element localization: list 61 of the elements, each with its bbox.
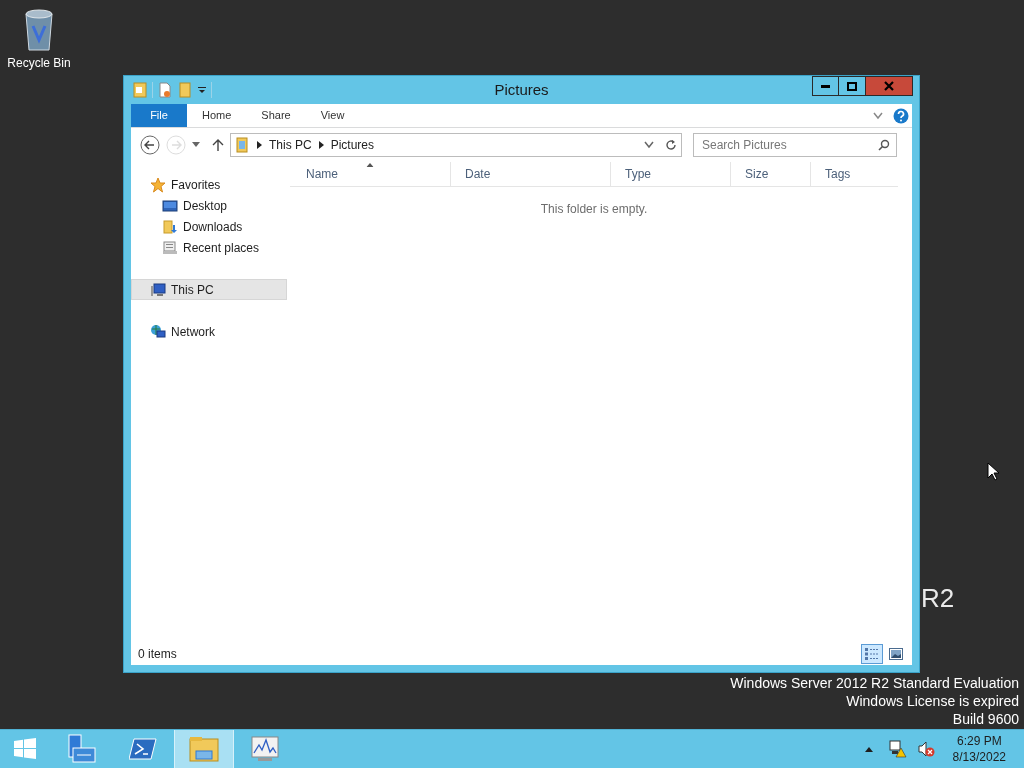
star-icon xyxy=(150,176,166,193)
refresh-icon[interactable] xyxy=(665,139,677,151)
breadcrumb-arrow-icon[interactable] xyxy=(257,141,262,149)
column-header[interactable]: Name xyxy=(290,162,450,186)
chevron-down-icon[interactable] xyxy=(873,111,883,120)
folder-icon xyxy=(188,735,220,763)
address-bar[interactable]: This PC Pictures xyxy=(230,133,682,157)
dropdown-arrow-icon[interactable] xyxy=(197,85,207,95)
sidebar-item[interactable]: Favorites xyxy=(131,174,287,195)
column-header[interactable]: Type xyxy=(610,162,730,186)
help-icon[interactable] xyxy=(893,107,909,124)
ribbon-tab[interactable]: File xyxy=(131,104,187,127)
close-button[interactable] xyxy=(866,76,913,96)
search-field[interactable]: Search Pictures xyxy=(693,133,897,157)
column-header[interactable]: Size xyxy=(730,162,810,186)
sidebar-item[interactable]: Desktop xyxy=(131,195,287,216)
terminal-icon xyxy=(129,737,157,761)
server-icon xyxy=(65,734,97,764)
column-header[interactable]: Date xyxy=(450,162,610,186)
sidebar-item[interactable]: Downloads xyxy=(131,216,287,237)
watermark-text: Build 9600 xyxy=(952,710,1019,728)
window-title: Pictures xyxy=(494,79,549,100)
sidebar-item[interactable]: Recent places xyxy=(131,237,287,258)
breadcrumb-arrow-icon[interactable] xyxy=(318,141,324,149)
dropdown-arrow-icon[interactable] xyxy=(192,142,200,148)
folder-icon xyxy=(234,137,250,153)
new-document-icon[interactable] xyxy=(157,82,173,98)
folder-properties-icon[interactable] xyxy=(132,82,148,98)
watermark-text: Windows Server 2012 R2 Standard Evaluation xyxy=(730,674,1019,692)
status-text: 0 items xyxy=(138,646,177,663)
show-hidden-icons-icon[interactable] xyxy=(864,746,873,752)
chevron-down-icon[interactable] xyxy=(644,141,654,149)
close-icon xyxy=(884,81,894,91)
speaker-muted-icon[interactable] xyxy=(916,740,935,758)
sidebar-item[interactable]: Network xyxy=(131,321,287,342)
empty-message: This folder is empty. xyxy=(539,201,649,218)
windows-logo-icon xyxy=(12,737,38,761)
search-icon[interactable] xyxy=(878,139,890,151)
monitor-icon xyxy=(162,197,178,214)
maximize-button[interactable] xyxy=(839,76,866,96)
breadcrumb[interactable]: This PC xyxy=(269,136,312,154)
clock[interactable]: 6:29 PM 8/13/2022 xyxy=(952,733,1006,765)
minimize-button[interactable] xyxy=(812,76,839,96)
network-warning-icon[interactable] xyxy=(888,740,907,758)
watermark-text: R2 xyxy=(921,582,955,615)
up-arrow-icon[interactable] xyxy=(212,138,224,152)
breadcrumb[interactable]: Pictures xyxy=(330,136,375,154)
performance-monitor-icon xyxy=(250,735,280,763)
sidebar-item[interactable]: This PC xyxy=(131,279,287,300)
globe-monitor-icon xyxy=(150,323,166,340)
watermark-text: Windows License is expired xyxy=(846,692,1019,710)
document-stack-icon xyxy=(162,239,178,256)
mouse-pointer-icon xyxy=(987,462,999,481)
details-view-button[interactable] xyxy=(861,644,883,664)
image-icon xyxy=(889,648,903,660)
desktop-icon-label[interactable]: Recycle Bin xyxy=(7,54,71,72)
back-icon[interactable] xyxy=(140,135,160,155)
column-header[interactable]: Tags xyxy=(810,162,898,186)
list-icon xyxy=(865,648,879,660)
computer-icon xyxy=(150,281,166,298)
folder-arrow-icon xyxy=(162,218,178,235)
